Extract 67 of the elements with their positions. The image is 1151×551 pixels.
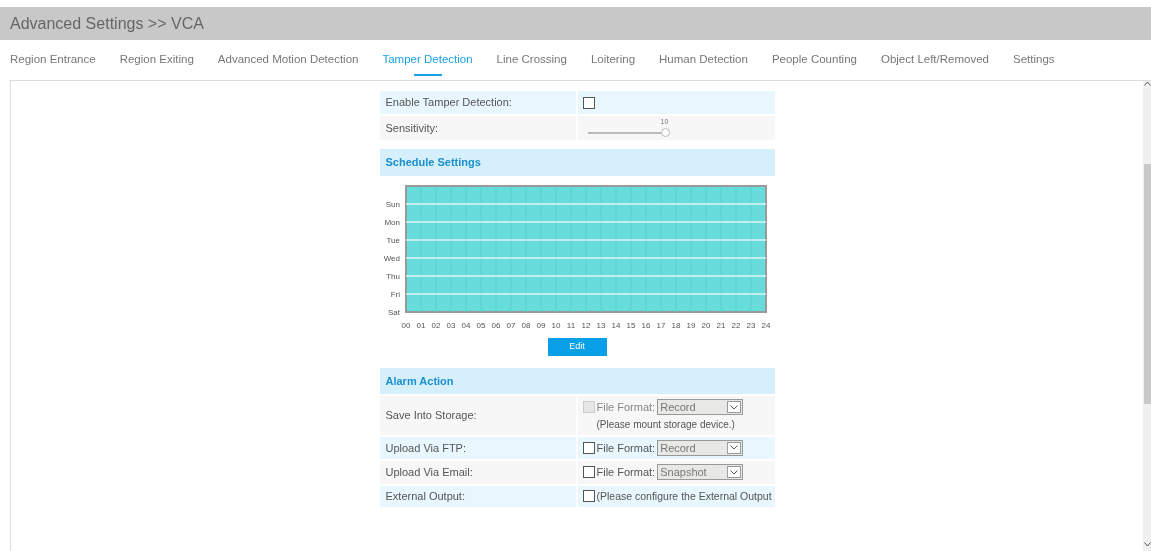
day-label: Sun <box>385 200 400 209</box>
scroll-up-icon[interactable] <box>1143 81 1151 86</box>
tab[interactable]: Region Exiting <box>119 47 194 73</box>
section-header: Schedule Settings <box>379 149 775 176</box>
format-label: File Format: <box>596 440 656 456</box>
hour-label: 20 <box>701 321 710 330</box>
tab[interactable]: Advanced Motion Detection <box>217 47 359 73</box>
hour-label: 00 <box>401 321 410 330</box>
section-header: Alarm Action <box>379 368 775 394</box>
format-label: File Format: <box>596 400 656 415</box>
tab[interactable]: People Counting <box>771 47 857 73</box>
hour-label: 22 <box>731 321 740 330</box>
format-select[interactable]: Snapshot <box>657 464 744 481</box>
day-label: Sat <box>387 308 400 317</box>
hour-label: 21 <box>716 321 725 330</box>
tab[interactable]: Line Crossing <box>496 47 567 73</box>
hour-label: 13 <box>596 321 605 330</box>
day-label: Thu <box>385 272 400 281</box>
tab[interactable]: Object Left/Removed <box>880 47 989 73</box>
tab[interactable]: Region Entrance <box>10 47 96 73</box>
hour-label: 04 <box>461 321 470 330</box>
hour-label: 16 <box>641 321 650 330</box>
hour-label: 19 <box>686 321 695 330</box>
day-label: Fri <box>390 290 400 299</box>
hour-label: 12 <box>581 321 590 330</box>
caret-icon <box>727 466 742 479</box>
tab[interactable]: Loitering <box>590 47 636 73</box>
scroll-down-icon[interactable] <box>1143 542 1151 547</box>
scrollbar[interactable] <box>1143 81 1151 551</box>
checkbox[interactable] <box>582 441 595 454</box>
field-label: External Output: <box>379 485 578 508</box>
field-label: Sensitivity: <box>379 116 578 140</box>
hour-label: 14 <box>611 321 620 330</box>
format-label: File Format: <box>596 465 656 480</box>
note-text: (Please configure the External Output <box>596 488 772 504</box>
hour-label: 05 <box>476 321 485 330</box>
edit-button[interactable]: Edit <box>547 338 607 356</box>
checkbox[interactable] <box>582 96 595 109</box>
hour-label: 02 <box>431 321 440 330</box>
page-title: Advanced Settings >> VCA <box>10 13 204 34</box>
tab[interactable]: Tamper Detection <box>382 47 473 73</box>
scrollbar-thumb[interactable] <box>1143 164 1151 404</box>
hour-label: 01 <box>416 321 425 330</box>
slider-thumb[interactable] <box>660 128 670 137</box>
caret-icon <box>727 401 742 414</box>
note-text: (Please mount storage device.) <box>595 417 736 432</box>
caret-icon <box>727 441 742 454</box>
day-label: Tue <box>386 236 400 245</box>
day-label: Mon <box>383 218 400 227</box>
hour-label: 10 <box>551 321 560 330</box>
hour-label: 07 <box>506 321 515 330</box>
hour-label: 18 <box>671 321 680 330</box>
tab[interactable]: Human Detection <box>659 47 748 73</box>
checkbox[interactable] <box>582 466 595 479</box>
hour-label: 03 <box>446 321 455 330</box>
hour-label: 17 <box>656 321 665 330</box>
hour-label: 24 <box>761 321 770 330</box>
tab[interactable]: Settings <box>1013 47 1055 73</box>
hour-label: 11 <box>566 321 575 330</box>
format-select[interactable]: Record <box>657 439 744 456</box>
hour-label: 23 <box>746 321 755 330</box>
hour-label: 15 <box>626 321 635 330</box>
hour-label: 08 <box>521 321 530 330</box>
day-label: Wed <box>383 254 400 263</box>
hour-label: 06 <box>491 321 500 330</box>
hour-label: 09 <box>536 321 545 330</box>
checkbox[interactable] <box>582 490 595 503</box>
